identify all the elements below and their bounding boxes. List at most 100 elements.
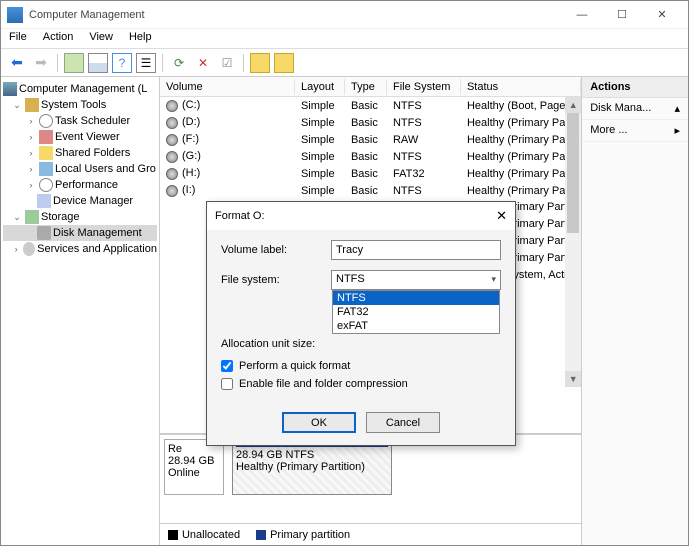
tree-services[interactable]: › Services and Application: [3, 241, 157, 257]
nav-tree[interactable]: Computer Management (L ⌄ System Tools › …: [1, 77, 160, 545]
tree-users-label: Local Users and Gro: [55, 163, 156, 175]
help-icon[interactable]: ?: [112, 53, 132, 73]
partition-size: 28.94 GB NTFS: [236, 449, 388, 461]
quick-format-label: Perform a quick format: [239, 360, 350, 372]
clock-icon: [39, 114, 53, 128]
dialog-close-icon[interactable]: ✕: [496, 208, 507, 224]
volume-label-input[interactable]: [331, 240, 501, 260]
actions-diskmana-label: Disk Mana...: [590, 102, 651, 115]
maximize-button[interactable]: ☐: [602, 3, 642, 27]
tree-services-label: Services and Application: [37, 243, 157, 255]
table-row[interactable]: (D:)SimpleBasicNTFSHealthy (Primary Part: [160, 114, 581, 131]
tree-systools-label: System Tools: [41, 99, 106, 111]
tree-diskmgmt-label: Disk Management: [53, 227, 142, 239]
quick-format-input[interactable]: [221, 360, 233, 372]
expand-icon[interactable]: ›: [25, 116, 37, 126]
tree-event[interactable]: › Event Viewer: [3, 129, 157, 145]
delete-icon[interactable]: ✕: [193, 53, 213, 73]
tree-devmgr[interactable]: Device Manager: [3, 193, 157, 209]
table-row[interactable]: (F:)SimpleBasicRAWHealthy (Primary Part: [160, 131, 581, 148]
menu-action[interactable]: Action: [43, 31, 74, 46]
actions-more[interactable]: More ... ▸: [582, 120, 688, 142]
col-volume[interactable]: Volume: [160, 79, 295, 95]
partition-box[interactable]: 28.94 GB NTFS Healthy (Primary Partition…: [232, 439, 392, 495]
tree-task[interactable]: › Task Scheduler: [3, 113, 157, 129]
expand-icon[interactable]: ›: [25, 132, 37, 142]
grid-icon[interactable]: [88, 53, 108, 73]
menu-view[interactable]: View: [89, 31, 113, 46]
collapse-icon[interactable]: ⌄: [11, 100, 23, 111]
actions-diskmana[interactable]: Disk Mana... ▴: [582, 98, 688, 120]
expand-icon[interactable]: ›: [25, 148, 37, 158]
tree-task-label: Task Scheduler: [55, 115, 130, 127]
col-status[interactable]: Status: [461, 79, 581, 95]
tree-storage-label: Storage: [41, 211, 80, 223]
props-icon[interactable]: ☰: [136, 53, 156, 73]
scroll-up-icon[interactable]: ▲: [565, 97, 581, 113]
volume-label-label: Volume label:: [221, 244, 331, 256]
scroll-thumb[interactable]: [567, 113, 579, 233]
pane-icon[interactable]: [64, 53, 84, 73]
gear-icon: [23, 242, 35, 256]
table-row[interactable]: (G:)SimpleBasicNTFSHealthy (Primary Part: [160, 148, 581, 165]
actions-pane: Actions Disk Mana... ▴ More ... ▸: [582, 77, 688, 545]
tree-users[interactable]: › Local Users and Gro: [3, 161, 157, 177]
users-icon: [39, 162, 53, 176]
chevron-up-icon: ▴: [674, 102, 680, 115]
event-icon: [39, 130, 53, 144]
scroll-down-icon[interactable]: ▼: [565, 371, 581, 387]
filesystem-select[interactable]: NTFS ▾ NTFS FAT32 exFAT: [331, 270, 501, 290]
back-icon[interactable]: ⬅: [7, 53, 27, 73]
tree-diskmgmt[interactable]: Disk Management: [3, 225, 157, 241]
ok-button[interactable]: OK: [282, 412, 356, 433]
menu-file[interactable]: File: [9, 31, 27, 46]
vertical-scrollbar[interactable]: ▲ ▼: [565, 97, 581, 387]
menu-help[interactable]: Help: [129, 31, 152, 46]
partition-state: Healthy (Primary Partition): [236, 461, 388, 473]
compression-checkbox[interactable]: Enable file and folder compression: [221, 378, 501, 390]
folder-icon[interactable]: [274, 53, 294, 73]
legend-primary-swatch: [256, 530, 266, 540]
filesystem-dropdown[interactable]: NTFS FAT32 exFAT: [332, 290, 500, 334]
computer-icon: [3, 82, 17, 96]
tree-systools[interactable]: ⌄ System Tools: [3, 97, 157, 113]
volume-header: Volume Layout Type File System Status: [160, 77, 581, 97]
actions-header: Actions: [582, 77, 688, 98]
col-fs[interactable]: File System: [387, 79, 461, 95]
refresh-icon[interactable]: ⟳: [169, 53, 189, 73]
legend-unalloc: Unallocated: [182, 529, 240, 541]
tree-perf[interactable]: › Performance: [3, 177, 157, 193]
fs-option-fat32[interactable]: FAT32: [333, 305, 499, 319]
collapse-icon[interactable]: ⌄: [11, 212, 23, 223]
compression-input[interactable]: [221, 378, 233, 390]
expand-icon[interactable]: ›: [25, 164, 37, 174]
quick-format-checkbox[interactable]: Perform a quick format: [221, 360, 501, 372]
expand-icon[interactable]: ›: [25, 180, 37, 190]
minimize-button[interactable]: —: [562, 3, 602, 27]
forward-icon: ➡: [31, 53, 51, 73]
tree-storage[interactable]: ⌄ Storage: [3, 209, 157, 225]
check-icon[interactable]: ☑: [217, 53, 237, 73]
table-row[interactable]: (I:)SimpleBasicNTFSHealthy (Primary Part: [160, 182, 581, 199]
fs-option-exfat[interactable]: exFAT: [333, 319, 499, 333]
legend: Unallocated Primary partition: [160, 523, 581, 545]
tree-root[interactable]: Computer Management (L: [3, 81, 157, 97]
table-row[interactable]: (C:)SimpleBasicNTFSHealthy (Boot, Page F: [160, 97, 581, 114]
folder-new-icon[interactable]: [250, 53, 270, 73]
col-layout[interactable]: Layout: [295, 79, 345, 95]
volume-list[interactable]: (C:)SimpleBasicNTFSHealthy (Boot, Page F…: [160, 97, 581, 199]
folder-shared-icon: [39, 146, 53, 160]
perf-icon: [39, 178, 53, 192]
tree-shared[interactable]: › Shared Folders: [3, 145, 157, 161]
disk-graphic-area: Re 28.94 GB Online 28.94 GB NTFS Healthy…: [160, 433, 581, 523]
actions-more-label: More ...: [590, 124, 627, 137]
close-button[interactable]: ✕: [642, 3, 682, 27]
col-type[interactable]: Type: [345, 79, 387, 95]
fs-option-ntfs[interactable]: NTFS: [333, 291, 499, 305]
disk-header[interactable]: Re 28.94 GB Online: [164, 439, 224, 495]
chevron-down-icon: ▾: [491, 274, 496, 285]
tree-root-label: Computer Management (L: [19, 83, 147, 95]
expand-icon[interactable]: ›: [11, 244, 21, 254]
table-row[interactable]: (H:)SimpleBasicFAT32Healthy (Primary Par…: [160, 165, 581, 182]
cancel-button[interactable]: Cancel: [366, 412, 440, 433]
